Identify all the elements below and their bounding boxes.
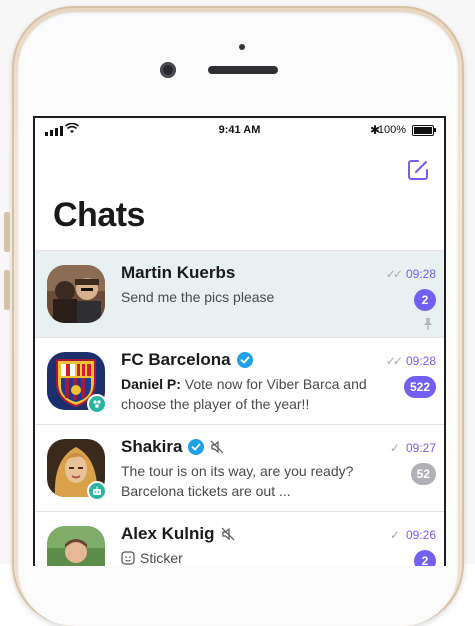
chat-name: Martin Kuerbs xyxy=(121,263,236,282)
chat-preview: Sticker xyxy=(121,548,369,566)
chat-sender: Daniel P: xyxy=(121,376,181,392)
bot-badge-icon xyxy=(87,481,107,501)
chat-time: 09:28 xyxy=(405,354,436,368)
front-camera xyxy=(160,62,176,78)
battery-icon xyxy=(412,125,436,136)
chat-time: 09:26 xyxy=(405,528,436,542)
screen: 9:41 AM ✱ 100% Chats Martin Kuerbs Send … xyxy=(33,116,446,566)
chat-name: Alex Kulnig xyxy=(121,524,215,543)
chat-row[interactable]: Alex Kulnig Sticker ✓ 09:26 2 xyxy=(35,511,444,566)
chat-row[interactable]: Martin Kuerbs Send me the pics please ✓✓… xyxy=(35,250,444,337)
double-check-icon: ✓✓ xyxy=(385,267,403,281)
proximity-sensor xyxy=(239,44,245,50)
avatar xyxy=(47,526,105,566)
chat-preview: Daniel P: Vote now for Viber Barca and c… xyxy=(121,374,369,414)
chat-time-group: ✓ 09:26 xyxy=(390,528,436,542)
chat-name: FC Barcelona xyxy=(121,350,231,369)
chat-title-line: Shakira xyxy=(121,437,224,457)
chat-message: Sticker xyxy=(140,550,183,566)
phone-side-button xyxy=(4,270,10,310)
chat-name: Shakira xyxy=(121,437,183,456)
double-check-icon: ✓✓ xyxy=(385,354,403,368)
chat-time-group: ✓✓ 09:28 xyxy=(386,354,436,368)
chat-preview: The tour is on its way, are you ready? B… xyxy=(121,463,354,499)
avatar xyxy=(47,265,105,323)
muted-icon xyxy=(211,440,224,454)
chat-time-group: ✓ 09:27 xyxy=(390,441,436,455)
chat-title-line: FC Barcelona xyxy=(121,350,253,370)
battery-percent: 100% xyxy=(377,124,406,136)
chat-title-line: Alex Kulnig xyxy=(121,524,235,544)
sticker-icon xyxy=(121,551,135,565)
muted-icon xyxy=(221,527,234,541)
chat-time: 09:27 xyxy=(405,441,436,455)
chat-time: 09:28 xyxy=(405,267,436,281)
unread-badge: 2 xyxy=(414,289,436,311)
chat-row[interactable]: FC Barcelona Daniel P: Vote now for Vibe… xyxy=(35,337,444,424)
chat-preview: Send me the pics please xyxy=(121,289,275,305)
check-icon: ✓ xyxy=(389,528,400,542)
status-bar: 9:41 AM ✱ 100% xyxy=(35,118,444,142)
compose-icon[interactable] xyxy=(406,158,430,182)
pin-icon xyxy=(424,318,432,330)
community-badge-icon xyxy=(87,394,107,414)
unread-badge: 52 xyxy=(410,463,436,485)
chat-time-group: ✓✓ 09:28 xyxy=(386,267,436,281)
unread-badge: 522 xyxy=(403,376,436,398)
phone-side-button xyxy=(4,212,10,252)
check-icon: ✓ xyxy=(389,441,400,455)
chat-row[interactable]: Shakira The tour is on its way, are you … xyxy=(35,424,444,511)
earpiece-speaker xyxy=(208,66,278,74)
chat-title-line: Martin Kuerbs xyxy=(121,263,235,283)
page-title: Chats xyxy=(53,196,145,234)
verified-icon xyxy=(188,439,205,455)
verified-icon xyxy=(236,352,253,368)
